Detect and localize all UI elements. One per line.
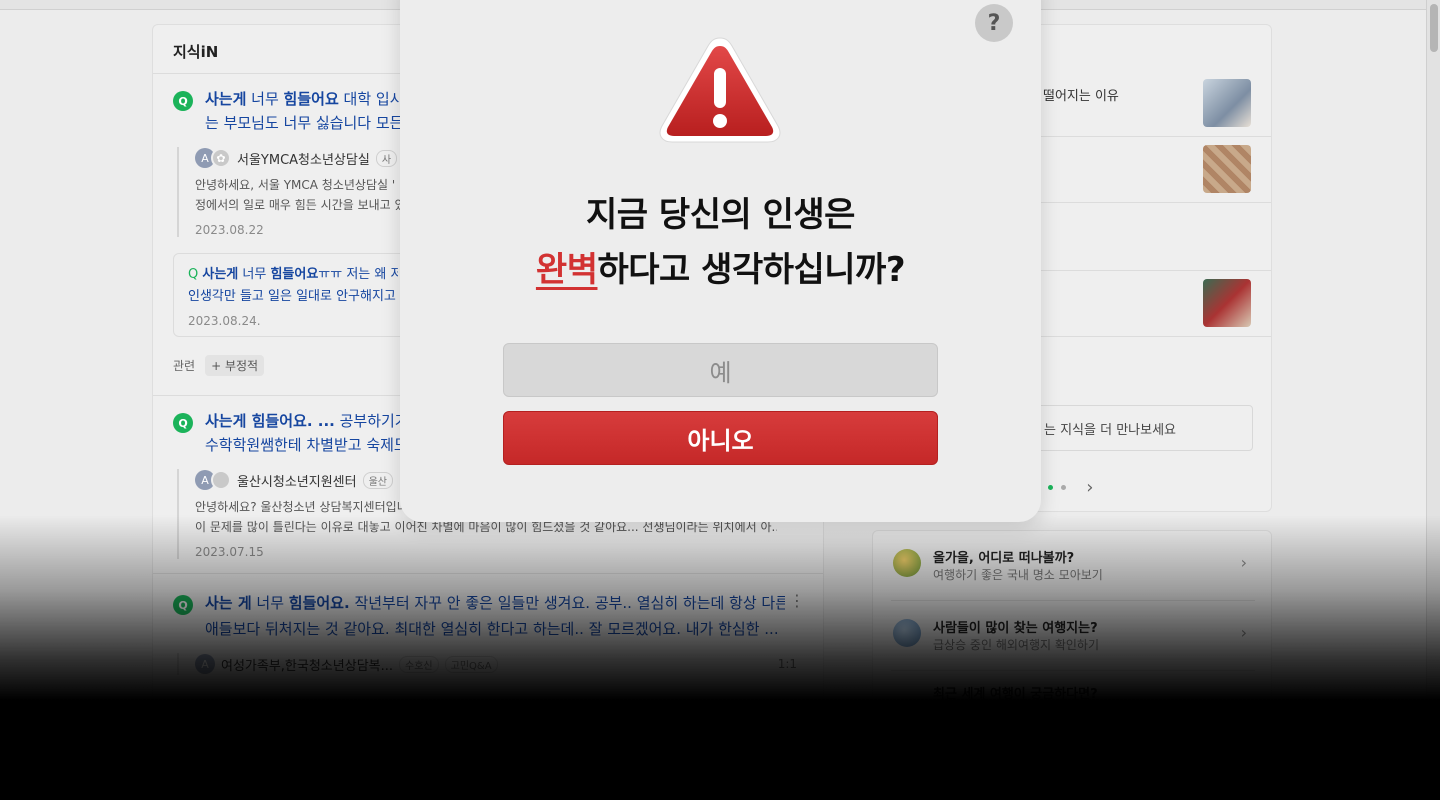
travel-icon <box>893 549 921 577</box>
question-title[interactable]: 사는게 힘들어요. ... 공부하기가 <box>205 409 405 434</box>
question-title-line2[interactable]: 수학학원쌤한테 차별받고 숙제도 <box>205 433 405 458</box>
thumbnail-image <box>1203 145 1251 193</box>
related-question-date: 2023.08.24. <box>188 314 261 328</box>
avatar <box>211 470 231 490</box>
answerer-name: 여성가족부,한국청소년상담복... <box>221 658 394 674</box>
scrollbar-thumb[interactable] <box>1430 4 1438 52</box>
divider <box>153 573 823 574</box>
related-label: 관련 <box>173 359 196 373</box>
travel-item[interactable]: 올가을, 어디로 떠나볼까? 여행하기 좋은 국내 명소 모아보기 › <box>891 531 1255 601</box>
travel-item[interactable]: 사람들이 많이 찾는 여행지는? 급상승 중인 해외여행지 확인하기 › <box>891 601 1255 671</box>
answerer-tag: 사 <box>375 149 398 167</box>
question-icon: Q <box>173 91 193 111</box>
answerer-tag: 울산 <box>362 471 394 489</box>
no-button[interactable]: 아니오 <box>503 411 938 465</box>
answerer-name: 서울YMCA청소년상담실 <box>237 152 370 168</box>
question-icon: Q <box>188 267 199 282</box>
travel-icon <box>893 619 921 647</box>
side-item-title: 떨어지는 이유 <box>1043 89 1119 104</box>
answer-count: 1:1 <box>777 657 797 671</box>
warning-icon <box>659 37 781 143</box>
travel-item-subtitle: 급상승 중인 해외여행지 확인하기 <box>933 638 1100 652</box>
related-question-line2: 인생각만 들고 일은 일대로 안구해지고 ' <box>188 289 398 304</box>
answer-block[interactable]: A 여성가족부,한국청소년상담복... 수호신 고민Q&A 1:1 <box>177 653 797 675</box>
related-chip[interactable]: + 부정적 <box>205 355 265 376</box>
question-title-line2[interactable]: 애들보다 뒤처지는 것 같아요. 최대한 열심히 한다고 하는데.. 잘 모르겠… <box>205 617 785 642</box>
page-scrollbar[interactable] <box>1426 0 1440 800</box>
question-title[interactable]: 사는 게 너무 힘들어요. 작년부터 자꾸 안 좋은 일들만 생겨요. 공부..… <box>205 591 785 616</box>
related-question[interactable]: Q 사는게 너무 힘들어요ㅠㅠ 저는 왜 저 인생각만 들고 일은 일대로 안구… <box>173 253 413 337</box>
travel-item-subtitle: 여행하기 좋은 국내 명소 모아보기 <box>933 568 1103 582</box>
avatar: A <box>195 654 215 674</box>
answerer-name: 울산시청소년지원센터 <box>237 474 357 490</box>
travel-item[interactable]: 최근 세계 여행이 궁금하다면? <box>891 671 1255 741</box>
question-line-2: 완벽하다고 생각하십니까? <box>400 243 1041 298</box>
thumbnail-image <box>1203 79 1251 127</box>
question-line-2-rest: 하다고 생각하십니까? <box>597 250 906 290</box>
avatar: ✿ <box>211 148 231 168</box>
chevron-right-icon[interactable]: › <box>1086 477 1093 498</box>
related-tags: 관련 + 부정적 <box>173 355 265 376</box>
travel-item-title: 최근 세계 여행이 궁금하다면? <box>933 687 1098 702</box>
answerer-tag: 수호신 <box>399 655 439 673</box>
question-icon: Q <box>173 413 193 433</box>
question-highlight: 완벽 <box>535 250 598 290</box>
answerer-tag: 고민Q&A <box>444 655 498 673</box>
answer-date: 2023.08.22 <box>195 223 264 237</box>
travel-card: 올가을, 어디로 떠나볼까? 여행하기 좋은 국내 명소 모아보기 › 사람들이… <box>872 530 1272 730</box>
dialog-question: 지금 당신의 인생은 완벽하다고 생각하십니까? <box>400 188 1041 298</box>
answer-block[interactable]: A ✿ 서울YMCA청소년상담실 사 안녕하세요, 서울 YMCA 청소년상담실… <box>177 147 407 237</box>
more-options-icon[interactable]: ⋮ <box>789 591 805 610</box>
thumbnail-image <box>1203 279 1251 327</box>
answer-date: 2023.07.15 <box>195 545 264 559</box>
travel-item-title: 올가을, 어디로 떠나볼까? <box>933 551 1075 566</box>
knowledge-in-title: 지식iN <box>173 43 219 61</box>
question-line-1: 지금 당신의 인생은 <box>586 195 855 235</box>
chevron-right-icon: › <box>1240 553 1247 572</box>
travel-item-title: 사람들이 많이 찾는 여행지는? <box>933 621 1098 636</box>
confirm-dialog: ? 지금 당신의 인생은 완벽하다고 생각하십니까? 예 아니오 <box>400 0 1041 522</box>
yes-button[interactable]: 예 <box>503 343 938 397</box>
help-button[interactable]: ? <box>975 4 1013 42</box>
question-icon: Q <box>173 595 193 615</box>
carousel-pager: ‹ › <box>1033 477 1093 498</box>
pager-dot[interactable] <box>1061 485 1067 490</box>
answer-excerpt: 안녕하세요, 서울 YMCA 청소년상담실 ' 정에서의 일로 매우 힘든 시간을… <box>195 178 406 212</box>
chevron-right-icon: › <box>1240 623 1247 642</box>
pager-dot[interactable] <box>1048 485 1054 490</box>
